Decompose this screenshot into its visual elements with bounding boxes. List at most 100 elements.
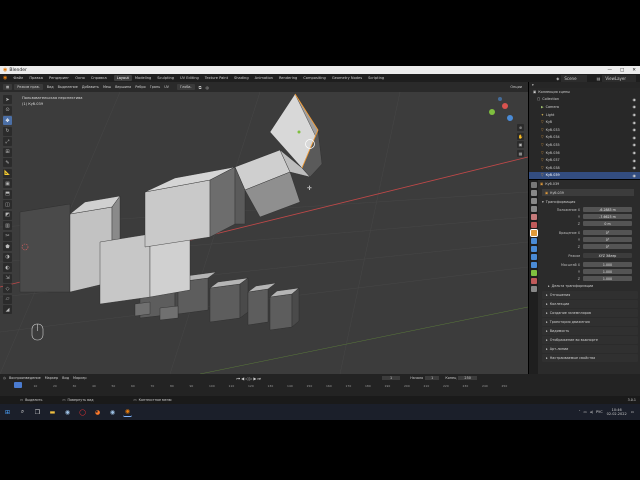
timeline-menu-keying[interactable]: Маркер [45,376,58,380]
close-button[interactable]: ✕ [632,68,636,73]
annotate-icon[interactable]: ✎ [3,158,12,167]
transform-tool-icon[interactable]: ⊞ [3,147,12,157]
texture-tab-icon[interactable] [530,286,537,292]
location-x-field[interactable]: -6.2883 m [583,207,632,212]
steam-icon[interactable]: ◉ [63,408,72,417]
poly-build-icon[interactable]: ⬟ [3,242,12,251]
visibility-eye-icon[interactable]: ◉ [633,158,637,163]
tab-shading[interactable]: Shading [231,75,252,81]
proportional-icon[interactable]: ◎ [205,85,209,90]
visibility-eye-icon[interactable]: ◉ [633,127,637,132]
visibility-eye-icon[interactable]: ◉ [633,120,637,125]
panel-visibility[interactable]: ▸ Видимость [542,327,638,335]
render-tab-icon[interactable] [530,190,537,196]
object-tab-icon[interactable] [529,229,538,237]
view-layer-tab-icon[interactable] [530,206,537,212]
end-frame-field[interactable]: 250 [458,376,477,380]
keyboard-language[interactable]: РУС [596,410,603,414]
outliner-row-selected[interactable]: ▽ Куб.039 ◉ [529,171,640,180]
windows-start-icon[interactable]: ⊞ [3,408,12,417]
tab-modeling[interactable]: Modeling [132,75,154,81]
search-icon[interactable]: ⌕ [18,408,27,417]
menu-uv[interactable]: UV [162,85,171,89]
zoom-icon[interactable]: ⊕ [517,124,524,131]
task-view-icon[interactable]: ❐ [33,408,42,417]
rotation-mode-select[interactable]: XYZ Эйлер [583,253,632,258]
outliner-row[interactable]: ▽ Куб ◉ [529,118,640,126]
visibility-eye-icon[interactable]: ◉ [633,173,637,178]
outliner-row[interactable]: ▽ Куб.033 ◉ [529,126,640,134]
outliner-row[interactable]: ✦ Light ◉ [529,111,640,119]
scene-selector[interactable]: Scene [561,74,587,82]
outliner-row[interactable]: ▶ Camera ◉ [529,103,640,111]
edge-slide-icon[interactable]: ⇲ [3,273,12,283]
options-menu[interactable]: Опции [510,85,522,89]
network-icon[interactable]: ▭ [584,410,587,414]
volume-icon[interactable]: ◂) [590,410,593,414]
tab-geometry-nodes[interactable]: Geometry Nodes [329,75,365,81]
panel-relations[interactable]: ▸ Отношения [542,291,638,299]
menu-mesh[interactable]: Меш [101,85,113,89]
location-y-field[interactable]: -7.6623 m [583,214,632,219]
shear-icon[interactable]: ▱ [3,294,12,304]
timeline-menu-playback[interactable]: Воспроизведение [9,376,41,380]
firefox-icon[interactable]: ◕ [93,408,102,417]
tab-animation[interactable]: Animation [252,75,276,81]
timeline-playhead[interactable] [14,382,22,388]
data-tab-icon[interactable] [530,270,537,276]
rotate-tool-icon[interactable]: ↻ [3,126,12,136]
rotation-x-field[interactable]: 0° [583,230,632,235]
output-tab-icon[interactable] [530,198,537,204]
opera-icon[interactable]: ◯ [78,408,87,417]
timeline-editor-icon[interactable]: ◷ [3,376,6,380]
scale-y-field[interactable]: 1.000 [583,269,632,274]
outliner-row[interactable]: ▽ Куб.036 ◉ [529,149,640,157]
rip-icon[interactable]: ◢ [3,305,12,314]
panel-motion-paths[interactable]: ▸ Траектория движения [542,318,638,326]
panel-custom-properties[interactable]: ▸ Настраиваемые свойства [542,354,638,362]
smooth-icon[interactable]: ◐ [3,263,12,272]
bevel-icon[interactable]: ◩ [3,210,12,220]
outliner-row[interactable]: ▽ Куб.037 ◉ [529,156,640,164]
tab-sculpting[interactable]: Sculpting [154,75,177,81]
outliner-scene-collection[interactable]: ▣ Коллекция сцены [529,88,640,96]
shrink-icon[interactable]: ◇ [3,284,12,293]
knife-icon[interactable]: ✂ [3,231,12,241]
pan-icon[interactable]: ✋ [517,132,524,140]
outliner-row[interactable]: ▽ Куб.034 ◉ [529,134,640,142]
menu-add[interactable]: Добавить [80,85,101,89]
visibility-eye-icon[interactable]: ◉ [633,165,637,170]
scale-z-field[interactable]: 1.000 [583,276,632,281]
rotation-z-field[interactable]: 0° [583,244,632,249]
tab-rendering[interactable]: Rendering [276,75,300,81]
notifications-icon[interactable]: ▭ [631,410,634,414]
menu-view[interactable]: Вид [45,85,56,89]
editor-type-icon[interactable]: ▦ [3,84,13,90]
outliner-row[interactable]: ▢ Collection ◉ [529,96,640,104]
particles-tab-icon[interactable] [530,246,537,252]
scene-tab-icon[interactable] [530,214,537,220]
menu-select[interactable]: Выделение [56,85,80,89]
menu-help[interactable]: Справка [88,76,110,80]
mode-selector[interactable]: Режим прав. [14,84,43,90]
add-cube-icon[interactable]: ▣ [3,179,12,188]
current-frame-field[interactable]: 1 [382,376,401,380]
visibility-eye-icon[interactable]: ◉ [633,150,637,155]
location-z-field[interactable]: 0 m [583,221,632,226]
material-tab-icon[interactable] [530,278,537,284]
clock[interactable]: 10:46 02.02.2022 [607,408,627,417]
menu-vertex[interactable]: Вершина [113,85,133,89]
minimize-button[interactable]: — [607,68,612,73]
scale-tool-icon[interactable]: ⤢ [3,137,12,146]
inset-icon[interactable]: ◫ [3,200,12,209]
extrude-icon[interactable]: ⬒ [3,189,12,199]
constraints-tab-icon[interactable] [530,262,537,268]
blender-task-icon[interactable]: ◉ [123,407,132,417]
navigation-gizmo[interactable] [489,97,513,121]
scale-x-field[interactable]: 1.000 [583,262,632,267]
cursor-tool-icon[interactable]: ⊙ [3,105,12,115]
maximize-button[interactable]: □ [620,68,624,73]
view-layer-selector[interactable]: ViewLayer [602,74,636,82]
outliner-row[interactable]: ▽ Куб.035 ◉ [529,141,640,149]
start-frame-field[interactable]: 1 [425,376,440,380]
